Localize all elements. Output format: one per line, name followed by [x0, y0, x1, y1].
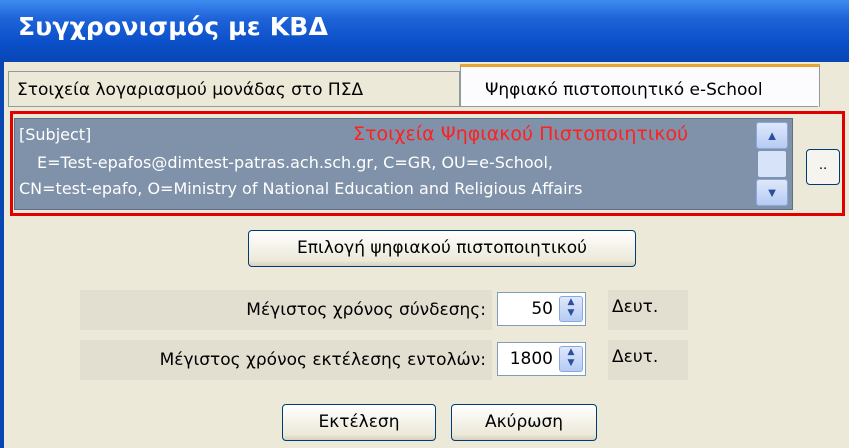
connect-timeout-unit: Δευτ. [608, 290, 688, 330]
execute-button[interactable]: Εκτέλεση [282, 404, 436, 441]
tab-certificate[interactable]: Ψηφιακό πιστοποιητικό e-School [460, 64, 820, 107]
browse-button[interactable]: .. [806, 149, 840, 185]
cert-line-cn: CN=test-epafo, O=Ministry of National Ed… [19, 179, 583, 198]
certificate-overlay-label: Στοιχεία Ψηφιακού Πιστοποιητικού [353, 123, 689, 145]
scroll-up-icon[interactable]: ▲ [756, 122, 788, 149]
cancel-button[interactable]: Ακύρωση [451, 404, 597, 441]
select-certificate-button[interactable]: Επιλογή ψηφιακού πιστοποιητικού [248, 230, 636, 267]
dialog-window: Συγχρονισμός με ΚΒΔ Στοιχεία λογαριασμού… [0, 0, 849, 448]
window-title: Συγχρονισμός με ΚΒΔ [18, 12, 329, 41]
exec-timeout-value: 1800 [509, 349, 553, 369]
title-bar[interactable]: Συγχρονισμός με ΚΒΔ [0, 0, 849, 62]
connect-timeout-stepper[interactable]: 50 ▲ ▼ [497, 292, 586, 326]
exec-timeout-stepper[interactable]: 1800 ▲ ▼ [497, 342, 586, 376]
scroll-thumb[interactable] [758, 151, 786, 177]
cert-line-email: E=Test-epafos@dimtest-patras.ach.sch.gr,… [37, 153, 553, 172]
stepper-arrows-icon[interactable]: ▲ ▼ [559, 346, 583, 372]
stepper-arrows-icon[interactable]: ▲ ▼ [559, 296, 583, 322]
tab-divider [8, 106, 818, 107]
scroll-down-icon[interactable]: ▼ [756, 179, 788, 206]
tab-account[interactable]: Στοιχεία λογαριασμού μονάδας στο ΠΣΔ [8, 71, 460, 107]
connect-timeout-value: 50 [531, 299, 553, 319]
exec-timeout-unit: Δευτ. [608, 340, 688, 380]
exec-timeout-label: Μέγιστος χρόνος εκτέλεσης εντολών: [80, 340, 492, 380]
certificate-textarea[interactable]: [Subject] E=Test-epafos@dimtest-patras.a… [14, 118, 793, 210]
window-left-border [0, 62, 4, 448]
cert-line-subject: [Subject] [19, 125, 92, 144]
connect-timeout-label: Μέγιστος χρόνος σύνδεσης: [80, 290, 492, 330]
certificate-scrollbar[interactable]: ▲ ▼ [756, 122, 788, 206]
